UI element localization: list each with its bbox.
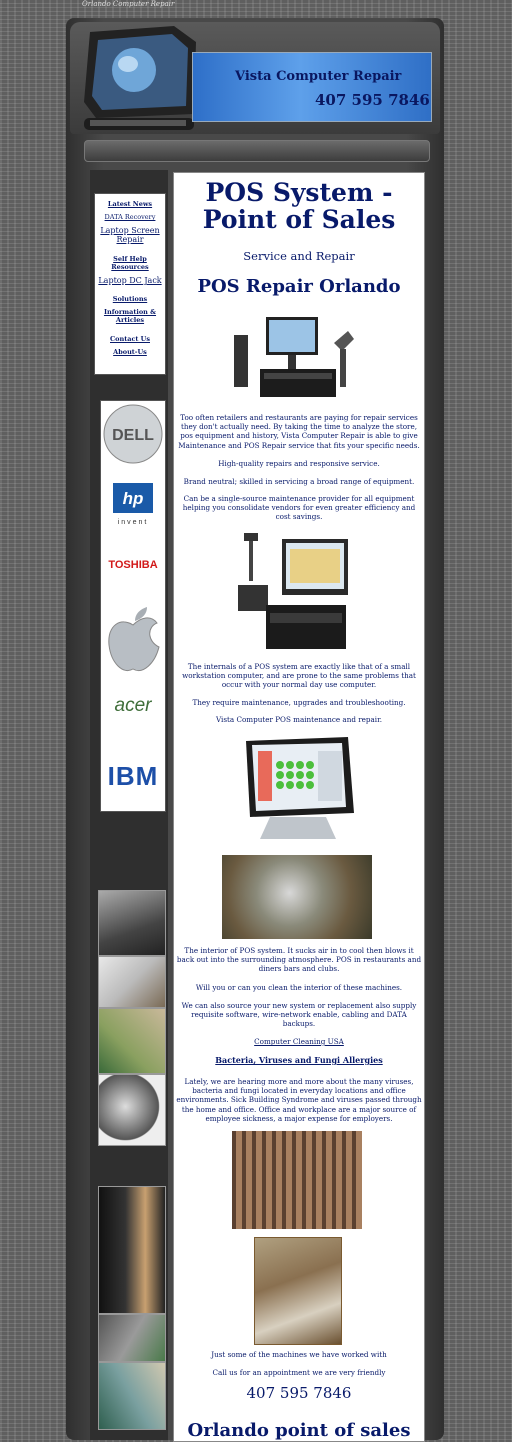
link-computer-cleaning[interactable]: Computer Cleaning USA (176, 1037, 422, 1046)
monitor-logo-icon (84, 26, 196, 130)
top-nav-bar (84, 140, 430, 162)
svg-text:invent: invent (118, 519, 149, 526)
toshiba-logo: TOSHIBA (108, 559, 158, 571)
svg-text:DELL: DELL (112, 427, 154, 444)
svg-text:hp: hp (123, 489, 144, 508)
dusty-interior-image (254, 1237, 342, 1345)
paragraph-machines: Just some of the machines we have worked… (211, 1350, 387, 1359)
apple-logo-icon (101, 605, 165, 677)
sidebar-photo-motherboard (98, 1008, 166, 1074)
nav-laptop-dc-jack[interactable]: Laptop DC Jack (97, 276, 163, 285)
pos-register-image (238, 533, 348, 649)
dell-logo: DELL (101, 403, 165, 465)
intro-paragraph: Too often retailers and restaurants are … (178, 413, 420, 450)
pos-terminal-image (234, 317, 354, 397)
sidebar-photo-macbook (98, 956, 166, 1008)
touchscreen-pos-image (246, 737, 354, 839)
page-title: POS System - Point of Sales (202, 178, 396, 234)
nav-data-recovery[interactable]: DATA Recovery (97, 213, 163, 221)
main-content: POS System - Point of Sales Service and … (173, 172, 425, 1442)
paragraph-brand-neutral: Brand neutral; skilled in servicing a br… (183, 477, 415, 486)
nav-laptop-screen-repair[interactable]: Laptop Screen Repair (97, 226, 163, 244)
sidebar-photo-parts (98, 1314, 166, 1362)
nav-contact-us[interactable]: Contact Us (97, 335, 163, 343)
nav-solutions[interactable]: Solutions (97, 295, 163, 303)
nav-latest-news[interactable]: Latest News (97, 200, 163, 208)
content-phone[interactable]: 407 595 7846 (176, 1385, 422, 1402)
page-subtitle: Service and Repair (243, 249, 355, 263)
paragraph-vista-pos: Vista Computer POS maintenance and repai… (215, 715, 383, 724)
paragraph-internals: The internals of a POS system are exactl… (182, 662, 416, 690)
header-banner: Vista Computer Repair 407 595 7846 (192, 52, 432, 122)
sidebar-photo-tower (98, 1186, 166, 1314)
nav-information-articles[interactable]: Information & Articles (97, 308, 163, 324)
sidebar-photo-laptop (98, 890, 166, 956)
paragraph-cleaning: Will you or can you clean the interior o… (195, 983, 403, 992)
sidebar-nav: Latest News DATA Recovery Laptop Screen … (94, 193, 166, 375)
link-bacteria-viruses[interactable]: Bacteria, Viruses and Fungi Allergies (176, 1055, 422, 1065)
header-phone: 407 595 7846 (315, 91, 430, 109)
site-caption: Orlando Computer Repair (82, 0, 175, 8)
site-title: Vista Computer Repair (235, 69, 402, 84)
dirty-fan-image (232, 1131, 362, 1229)
acer-logo: acer (114, 695, 152, 716)
sidebar-photo-circuit (98, 1362, 166, 1430)
paragraph-maintenance: They require maintenance, upgrades and t… (192, 698, 406, 707)
nav-self-help-resources[interactable]: Self Help Resources (97, 255, 163, 271)
paragraph-source: We can also source your new system or re… (181, 1001, 417, 1029)
section-heading: POS Repair Orlando (197, 276, 401, 297)
footer-heading: Orlando point of sales (187, 1420, 411, 1441)
paragraph-quality: High-quality repairs and responsive serv… (218, 459, 380, 468)
hp-logo: hp invent (101, 481, 165, 527)
pos-interior-image (222, 855, 372, 939)
nav-about-us[interactable]: About-Us (97, 348, 163, 356)
ibm-logo: IBM (107, 761, 159, 791)
paragraph-single-source: Can be a single-source maintenance provi… (182, 494, 416, 522)
paragraph-interior: The interior of POS system. It sucks air… (176, 946, 422, 974)
brand-logos: DELL hp invent TOSHIBA acer IBM (100, 400, 166, 812)
dell-logo-icon: DELL (103, 404, 163, 464)
sidebar-photo-hard-drive (98, 1074, 166, 1146)
paragraph-appointment: Call us for an appointment we are very f… (212, 1368, 386, 1377)
hp-logo-icon: hp invent (113, 483, 153, 526)
paragraph-viruses: Lately, we are hearing more and more abo… (176, 1077, 422, 1123)
